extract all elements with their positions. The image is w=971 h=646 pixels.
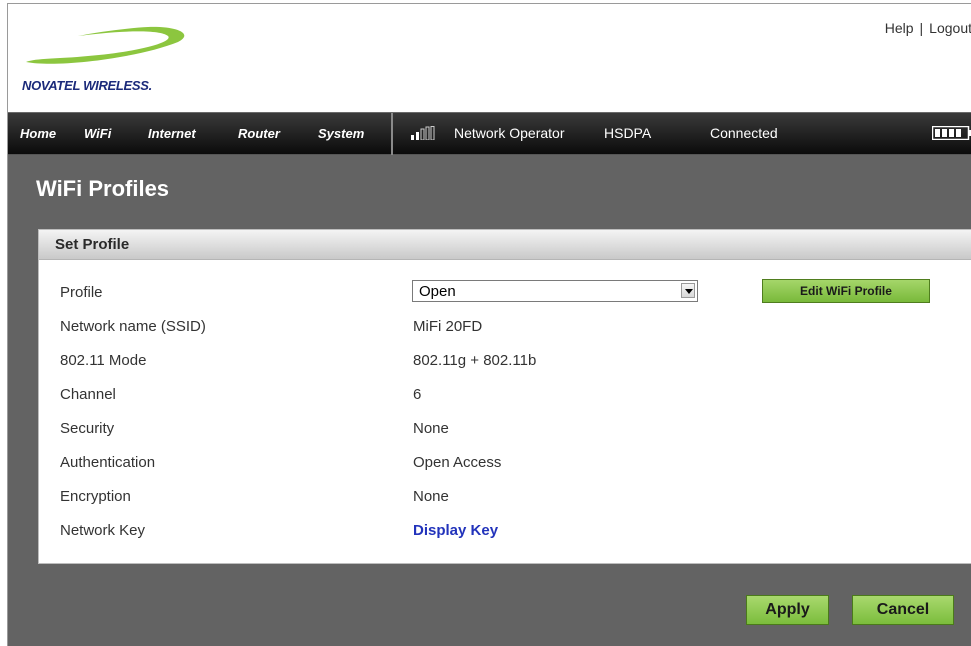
channel-label: Channel	[60, 386, 116, 403]
channel-value: 6	[413, 386, 422, 403]
link-separator: |	[919, 20, 924, 36]
authentication-value: Open Access	[413, 454, 502, 471]
nav-bar: Home WiFi Internet Router System Network…	[8, 112, 971, 155]
encryption-value: None	[413, 488, 449, 505]
network-technology: HSDPA	[604, 125, 652, 141]
header: NOVATEL WIRELESS. Help | Logout	[8, 4, 971, 112]
security-value: None	[413, 420, 449, 437]
main-content: WiFi Profiles Set Profile Profile Open E…	[8, 155, 971, 646]
novatel-logo: NOVATEL WIRELESS.	[18, 22, 188, 94]
profile-select-value: Open	[419, 283, 456, 300]
panel-title: Set Profile	[55, 236, 130, 253]
panel-header: Set Profile	[39, 230, 971, 260]
network-operator: Network Operator	[454, 125, 565, 141]
nav-router[interactable]: Router	[238, 113, 280, 155]
cancel-button[interactable]: Cancel	[852, 595, 954, 625]
nav-divider	[391, 113, 393, 155]
nav-system[interactable]: System	[318, 113, 364, 155]
chevron-down-icon[interactable]	[681, 283, 695, 298]
ssid-value: MiFi 20FD	[413, 318, 483, 335]
page-title: WiFi Profiles	[36, 176, 170, 201]
connection-status: Connected	[710, 125, 778, 141]
profile-label: Profile	[60, 284, 103, 301]
mode-value: 802.11g + 802.11b	[413, 352, 537, 369]
app-frame: NOVATEL WIRELESS. Help | Logout Home WiFi …	[7, 3, 971, 646]
authentication-label: Authentication	[60, 454, 156, 471]
security-label: Security	[60, 420, 115, 437]
nav-internet[interactable]: Internet	[148, 113, 196, 155]
encryption-label: Encryption	[60, 488, 131, 505]
logo-text: NOVATEL WIRELESS.	[22, 78, 152, 93]
help-link[interactable]: Help	[885, 20, 914, 36]
nav-wifi[interactable]: WiFi	[84, 113, 111, 155]
nav-home[interactable]: Home	[20, 113, 56, 155]
logout-link[interactable]: Logout	[929, 20, 971, 36]
edit-wifi-profile-button[interactable]: Edit WiFi Profile	[762, 279, 930, 303]
display-key-link[interactable]: Display Key	[413, 522, 498, 539]
apply-button[interactable]: Apply	[746, 595, 829, 625]
network-key-label: Network Key	[60, 522, 146, 539]
profile-select[interactable]: Open	[412, 280, 698, 302]
ssid-label: Network name (SSID)	[60, 318, 206, 335]
battery-icon	[931, 125, 971, 141]
set-profile-panel: Set Profile Profile Open Edit WiFi Profi…	[38, 229, 971, 564]
mode-label: 802.11 Mode	[60, 352, 147, 369]
logo-swoosh-icon	[26, 26, 185, 64]
top-links: Help | Logout	[885, 20, 971, 36]
signal-bars-icon	[410, 126, 438, 141]
